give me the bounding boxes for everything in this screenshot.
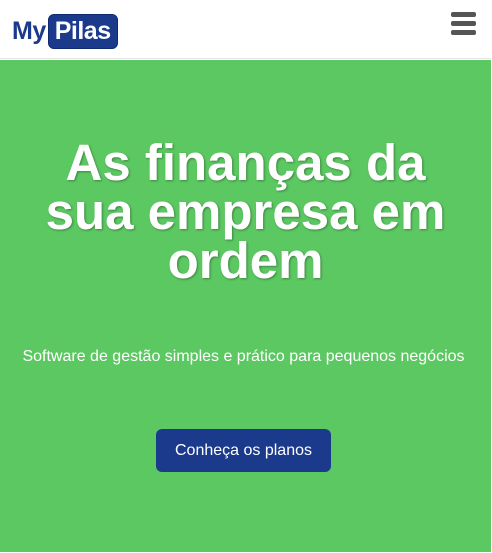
hero-section: As finanças da sua empresa em ordem Soft…	[0, 60, 491, 552]
logo-prefix-text: My	[12, 17, 46, 45]
logo-badge-text: Pilas	[47, 14, 118, 49]
hero-subtitle: Software de gestão simples e prático par…	[22, 348, 465, 365]
mypilas-logo[interactable]: My Pilas	[12, 14, 118, 49]
see-plans-button[interactable]: Conheça os planos	[156, 429, 331, 472]
menu-bar-top	[451, 12, 476, 17]
hero-title: As finanças da sua empresa em ordem	[45, 134, 446, 289]
hamburger-menu-icon[interactable]	[451, 12, 476, 36]
menu-bar-middle	[451, 21, 476, 26]
site-header: My Pilas	[0, 0, 491, 59]
menu-bar-bottom	[451, 30, 476, 35]
